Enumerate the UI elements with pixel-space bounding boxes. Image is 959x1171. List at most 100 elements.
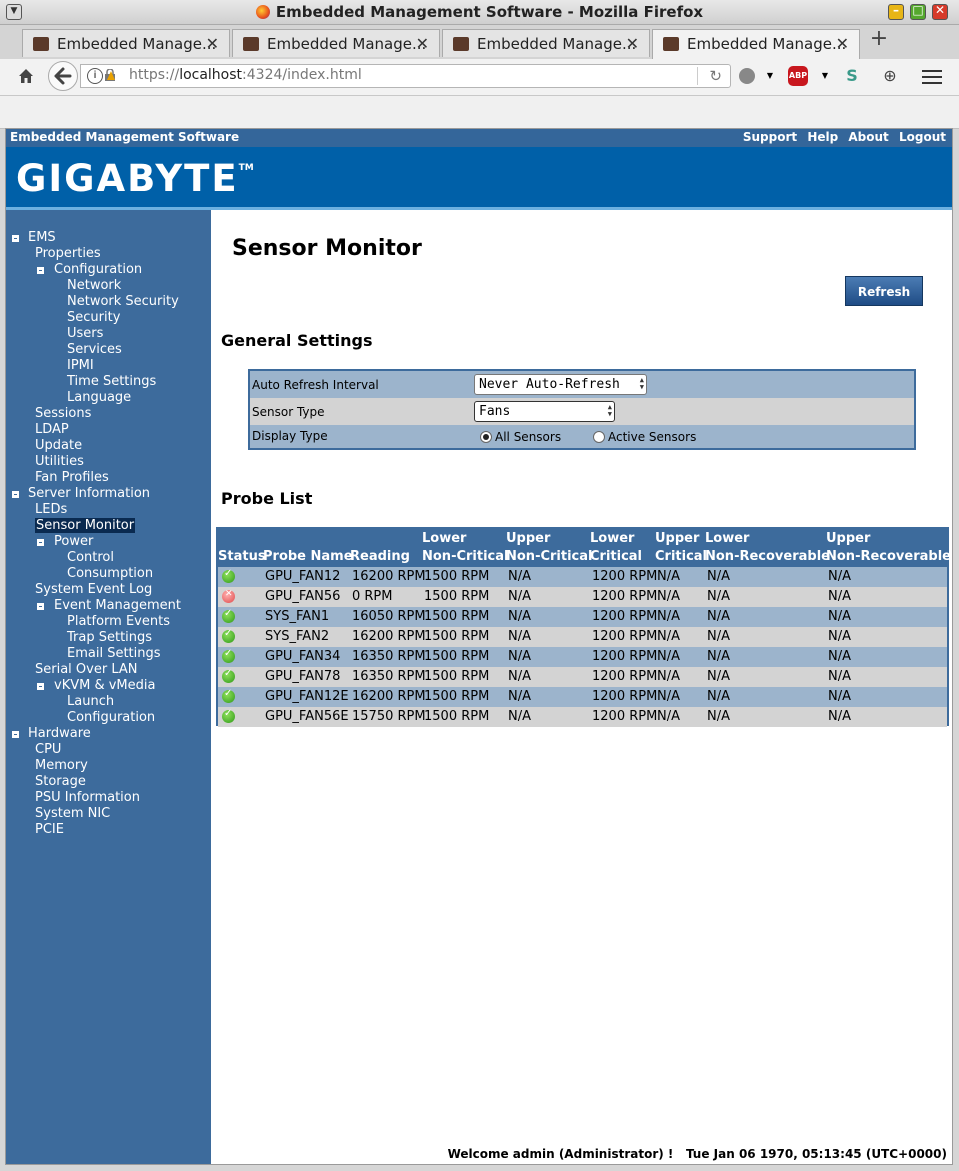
browser-tab[interactable]: Embedded Manage... ✕ — [442, 29, 650, 57]
auto-refresh-select[interactable]: Never Auto-Refresh ▲ ▼ — [474, 374, 647, 395]
sidebar-item[interactable]: Configuration — [67, 710, 155, 725]
column-header-line1: Upper — [826, 531, 871, 546]
sidebar-item[interactable]: Language — [67, 390, 131, 405]
browser-tab[interactable]: Embedded Manage... ✕ — [232, 29, 440, 57]
sidebar-item[interactable]: System Event Log — [35, 582, 152, 597]
new-tab-button[interactable]: + — [868, 28, 890, 52]
cell-uc: N/A — [657, 649, 680, 664]
sidebar-item[interactable]: Storage — [35, 774, 86, 789]
sidebar-item[interactable]: Sensor Monitor — [35, 518, 136, 533]
close-tab-icon[interactable]: ✕ — [416, 34, 429, 53]
favicon-icon — [33, 37, 49, 51]
support-link[interactable]: Support — [743, 130, 797, 144]
home-icon[interactable] — [16, 66, 36, 86]
sidebar-item[interactable]: Network Security — [67, 294, 179, 309]
sidebar-item[interactable]: LEDs — [35, 502, 67, 517]
hamburger-menu-icon[interactable] — [922, 66, 942, 86]
cell-uc: N/A — [657, 589, 680, 604]
collapse-toggle-icon[interactable] — [37, 267, 44, 274]
sensor-type-select[interactable]: Fans ▲ ▼ — [474, 401, 615, 422]
info-icon[interactable]: i — [87, 68, 103, 84]
column-header: Non-Recoverable — [705, 549, 830, 564]
network-addon-icon[interactable]: ⊕ — [880, 66, 900, 86]
url-bar[interactable]: i https://localhost:4324/index.html ↻ — [80, 64, 731, 88]
welcome-text: Welcome admin (Administrator) ! — [447, 1147, 674, 1161]
addon-dropdown-icon[interactable]: ▼ — [760, 66, 780, 86]
collapse-toggle-icon[interactable] — [37, 603, 44, 610]
adblock-dropdown-icon[interactable]: ▼ — [815, 66, 835, 86]
sidebar-item[interactable]: Power — [54, 534, 93, 549]
sidebar-item[interactable]: Platform Events — [67, 614, 170, 629]
sidebar-item[interactable]: Utilities — [35, 454, 84, 469]
sidebar-item[interactable]: Time Settings — [67, 374, 156, 389]
sidebar-item[interactable]: PCIE — [35, 822, 64, 837]
collapse-toggle-icon[interactable] — [12, 731, 19, 738]
back-button[interactable] — [48, 61, 78, 91]
reload-icon[interactable]: ↻ — [709, 67, 722, 85]
sidebar-item[interactable]: Users — [67, 326, 103, 341]
close-tab-icon[interactable]: ✕ — [836, 34, 849, 53]
url-text: https://localhost:4324/index.html — [129, 67, 362, 83]
close-tab-icon[interactable]: ✕ — [206, 34, 219, 53]
cell-uc: N/A — [657, 709, 680, 724]
sidebar-item[interactable]: Services — [67, 342, 122, 357]
close-tab-icon[interactable]: ✕ — [626, 34, 639, 53]
general-settings-heading: General Settings — [221, 331, 373, 350]
sidebar-item[interactable]: Email Settings — [67, 646, 161, 661]
sidebar-item[interactable]: Configuration — [54, 262, 142, 277]
cell-lnr: N/A — [707, 569, 730, 584]
sidebar-item[interactable]: vKVM & vMedia — [54, 678, 155, 693]
sidebar-item[interactable]: LDAP — [35, 422, 69, 437]
sidebar-item[interactable]: System NIC — [35, 806, 110, 821]
collapse-toggle-icon[interactable] — [37, 539, 44, 546]
sidebar-item[interactable]: Launch — [67, 694, 114, 709]
browser-tab[interactable]: Embedded Manage... ✕ — [22, 29, 230, 57]
sidebar-item[interactable]: Server Information — [28, 486, 150, 501]
cell-lnr: N/A — [707, 589, 730, 604]
all-sensors-radio[interactable] — [480, 431, 492, 443]
logout-link[interactable]: Logout — [899, 130, 946, 144]
sidebar-item[interactable]: Update — [35, 438, 82, 453]
column-header-line1: Lower — [422, 531, 467, 546]
cell-reading: 16050 RPM — [352, 609, 426, 624]
s-addon-icon[interactable]: S — [842, 66, 862, 86]
sidebar-item[interactable]: Hardware — [28, 726, 91, 741]
sidebar-item[interactable]: Properties — [35, 246, 101, 261]
refresh-button[interactable]: Refresh — [845, 276, 923, 306]
collapse-toggle-icon[interactable] — [12, 491, 19, 498]
close-window-button[interactable]: ✕ — [932, 3, 948, 20]
sidebar-item[interactable]: CPU — [35, 742, 61, 757]
sidebar-item[interactable]: Event Management — [54, 598, 181, 613]
display-type-label: Display Type — [252, 429, 328, 443]
cell-reading: 16200 RPM — [352, 629, 426, 644]
cell-lnc: 1500 RPM — [424, 589, 490, 604]
help-link[interactable]: Help — [807, 130, 838, 144]
sidebar-item[interactable]: IPMI — [67, 358, 94, 373]
collapse-toggle-icon[interactable] — [37, 683, 44, 690]
url-scheme: https:// — [129, 67, 180, 83]
sidebar-item[interactable]: EMS — [28, 230, 56, 245]
about-link[interactable]: About — [848, 130, 888, 144]
collapse-toggle-icon[interactable] — [12, 235, 19, 242]
sidebar-item[interactable]: PSU Information — [35, 790, 140, 805]
window-titlebar: ▼ Embedded Management Software - Mozilla… — [0, 0, 959, 25]
maximize-button[interactable]: □ — [910, 3, 926, 20]
url-path: :4324/index.html — [242, 67, 362, 83]
cell-unr: N/A — [828, 689, 851, 704]
sidebar-item[interactable]: Security — [67, 310, 120, 325]
status-critical-icon — [222, 589, 235, 603]
adblock-plus-icon[interactable]: ABP — [788, 66, 808, 86]
status-ok-icon — [222, 608, 235, 623]
sidebar-item[interactable]: Sessions — [35, 406, 91, 421]
sidebar-item[interactable]: Trap Settings — [67, 630, 152, 645]
sidebar-item[interactable]: Control — [67, 550, 114, 565]
addon-globe-icon[interactable] — [739, 68, 755, 84]
active-sensors-radio[interactable] — [593, 431, 605, 443]
sidebar-item[interactable]: Consumption — [67, 566, 153, 581]
minimize-button[interactable]: – — [888, 3, 904, 20]
browser-tab-active[interactable]: Embedded Manage... ✕ — [652, 29, 860, 59]
sidebar-item[interactable]: Network — [67, 278, 121, 293]
sidebar-item[interactable]: Fan Profiles — [35, 470, 109, 485]
sidebar-item[interactable]: Serial Over LAN — [35, 662, 137, 677]
sidebar-item[interactable]: Memory — [35, 758, 88, 773]
